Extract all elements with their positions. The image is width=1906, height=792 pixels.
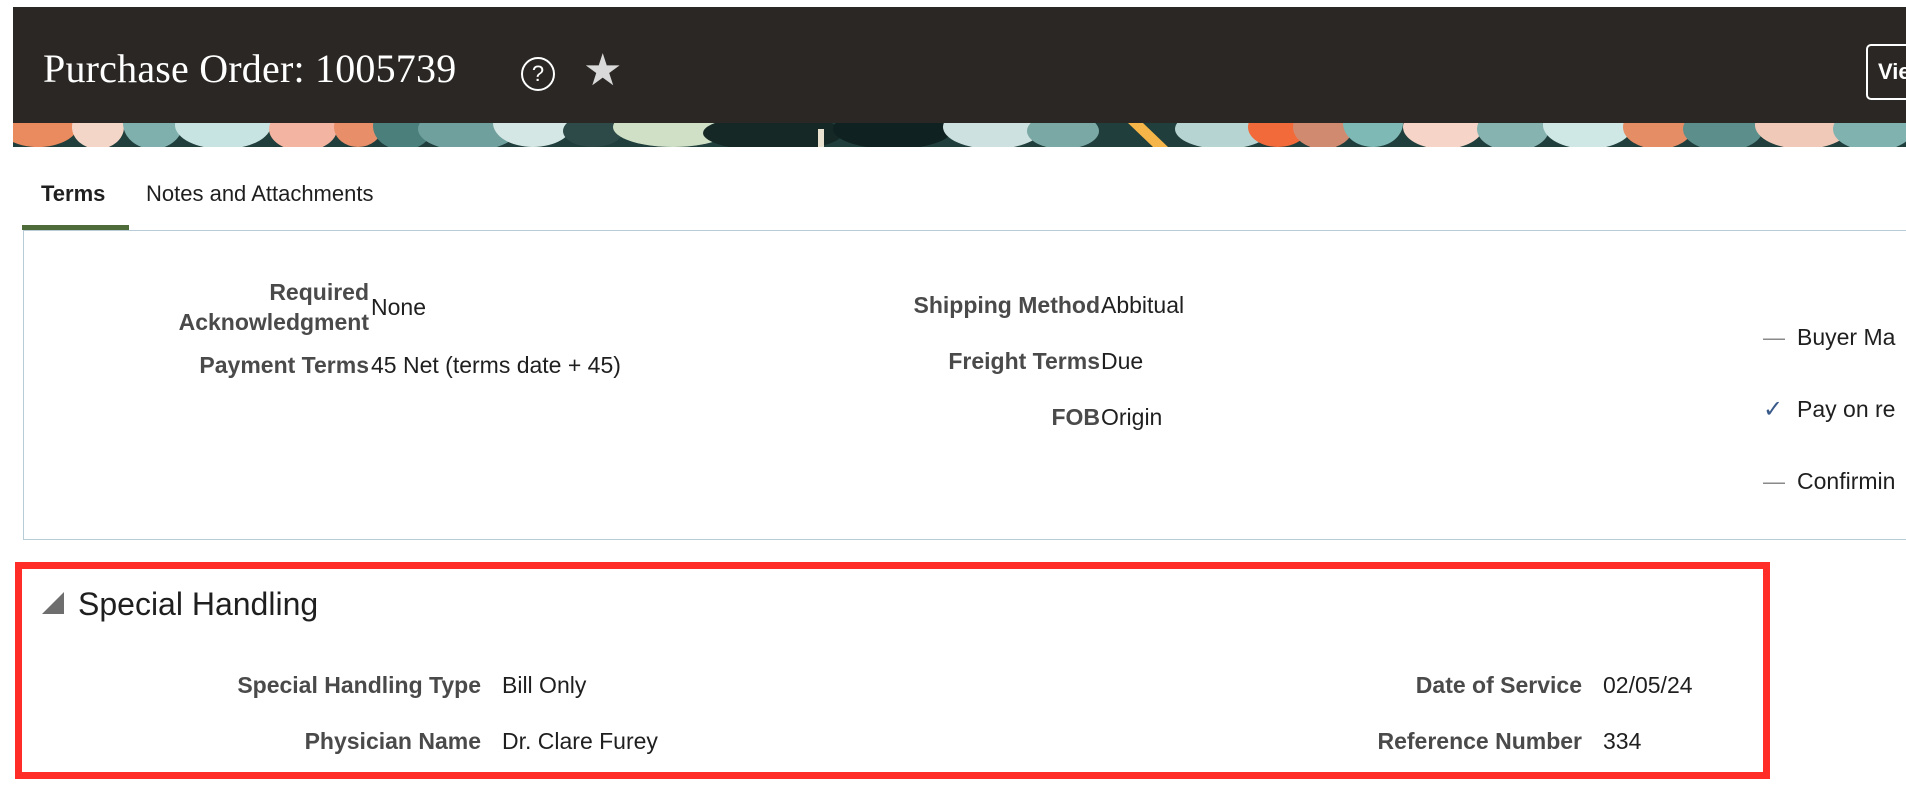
date-of-service-value: 02/05/24 [1603,672,1693,698]
banner-artwork [13,123,1906,147]
page-title: Purchase Order: 1005739 [43,46,457,91]
reference-number-value: 334 [1603,728,1642,754]
check-row-confirming: — Confirmin [1763,466,1895,497]
check-row-label: Confirmin [1797,468,1896,494]
tab-notes-and-attachments[interactable]: Notes and Attachments [146,168,373,230]
reference-number-label: Reference Number [1377,728,1582,754]
shipping-method-label: Shipping Method [913,292,1100,318]
payment-terms-label: Payment Terms [199,352,369,378]
freight-terms-value: Due [1101,348,1144,374]
special-handling-section: Special Handling Special Handling Type B… [15,562,1770,779]
freight-terms-label: Freight Terms [948,348,1100,374]
special-handling-type-label: Special Handling Type [237,672,481,698]
decorative-banner [13,123,1906,147]
required-acknowledgment-label-line2: Acknowledgment [178,309,369,335]
fob-label: FOB [1051,404,1100,430]
check-row-label: Pay on re [1797,396,1896,422]
physician-name-label: Physician Name [304,728,481,754]
shipping-method-value: Abbitual [1101,292,1185,318]
star-icon[interactable]: ★ [583,49,622,93]
tab-bar: Terms Notes and Attachments [22,168,1906,230]
fob-value: Origin [1101,404,1163,430]
page-header: Purchase Order: 1005739 ? ★ View [13,7,1906,123]
required-acknowledgment-value: None [371,294,426,320]
physician-name-value: Dr. Clare Furey [502,728,658,754]
payment-terms-value: 45 Net (terms date + 45) [371,352,621,378]
help-icon[interactable]: ? [521,57,555,91]
terms-panel: Required Acknowledgment None Payment Ter… [23,230,1906,540]
view-button[interactable]: View [1866,44,1906,100]
check-row-buyer-managed: — Buyer Ma [1763,322,1895,353]
unchecked-dash-icon: — [1763,469,1785,494]
required-acknowledgment-label: Required Acknowledgment [179,277,369,337]
date-of-service-label: Date of Service [1415,672,1582,698]
collapse-triangle-icon[interactable] [42,592,64,614]
check-row-label: Buyer Ma [1797,324,1896,350]
section-title: Special Handling [78,586,319,622]
unchecked-dash-icon: — [1763,325,1785,350]
tab-terms[interactable]: Terms [22,168,129,230]
required-acknowledgment-label-line1: Required [269,279,369,305]
special-handling-type-value: Bill Only [502,672,587,698]
check-row-pay-on-receipt: ✓ Pay on re [1763,394,1895,425]
checkmark-icon: ✓ [1763,396,1784,423]
